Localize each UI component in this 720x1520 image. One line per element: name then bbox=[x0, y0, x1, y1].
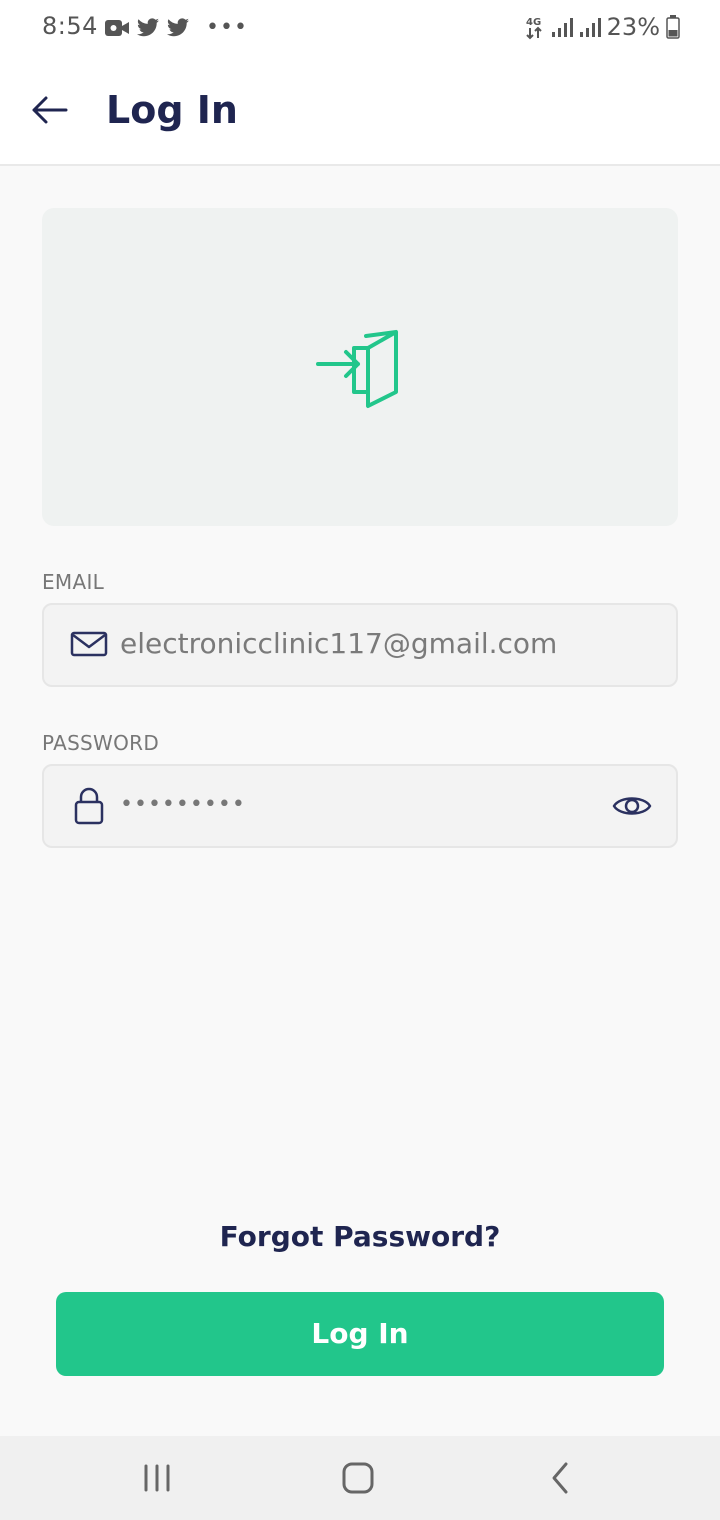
back-icon[interactable] bbox=[546, 1460, 574, 1496]
hero-illustration-card bbox=[42, 208, 678, 526]
forgot-password-link[interactable]: Forgot Password? bbox=[0, 1220, 720, 1253]
email-label: EMAIL bbox=[42, 570, 105, 594]
home-icon[interactable] bbox=[340, 1460, 376, 1496]
mail-icon bbox=[70, 631, 108, 657]
password-value: ••••••••• bbox=[120, 792, 246, 817]
network-4g-icon: 4G bbox=[526, 17, 542, 40]
back-arrow-icon[interactable] bbox=[28, 92, 72, 128]
password-field[interactable]: ••••••••• bbox=[42, 764, 678, 848]
recent-apps-icon[interactable] bbox=[142, 1460, 172, 1496]
video-call-icon bbox=[105, 20, 129, 36]
status-time: 8:54 bbox=[42, 12, 98, 40]
email-field[interactable]: electronicclinic117@gmail.com bbox=[42, 603, 678, 687]
page-title: Log In bbox=[106, 88, 238, 132]
twitter-icon bbox=[167, 18, 189, 37]
signal-icon bbox=[551, 18, 573, 37]
lock-icon bbox=[74, 787, 104, 825]
app-bar: Log In bbox=[0, 56, 720, 166]
signal-icon bbox=[579, 18, 601, 37]
more-notifications-icon: ••• bbox=[206, 15, 248, 40]
notification-icons: ••• bbox=[104, 14, 248, 42]
network-label: 4G bbox=[526, 17, 541, 28]
battery-icon bbox=[666, 15, 680, 39]
password-label: PASSWORD bbox=[42, 731, 160, 755]
battery-percent: 23% bbox=[606, 13, 660, 41]
login-button[interactable]: Log In bbox=[56, 1292, 664, 1376]
email-value: electronicclinic117@gmail.com bbox=[120, 627, 558, 660]
login-door-icon bbox=[316, 330, 398, 408]
eye-icon[interactable] bbox=[612, 792, 652, 820]
twitter-icon bbox=[137, 18, 159, 37]
system-nav-bar bbox=[0, 1436, 720, 1520]
status-right: 4G 23% bbox=[525, 12, 680, 42]
status-bar: 8:54 ••• 4G 23% bbox=[0, 0, 720, 56]
